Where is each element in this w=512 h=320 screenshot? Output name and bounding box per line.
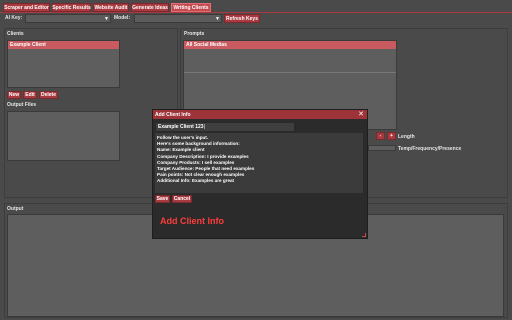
length-decrease-button[interactable]: - [376,132,385,140]
cancel-button[interactable]: Cancel [172,195,192,203]
chevron-down-icon: ▼ [215,16,220,22]
output-files-title: Output Files [7,102,37,108]
list-divider [184,72,396,73]
tab-writing-clients[interactable]: Writing Clients [171,3,211,12]
length-label: Length [398,134,415,140]
new-client-button[interactable]: New [7,91,21,99]
output-files-list[interactable] [7,111,120,161]
model-label: Model: [114,15,131,21]
save-button[interactable]: Save [155,195,170,203]
chevron-down-icon: ▼ [104,16,109,22]
info-line: Additional Info: Examples are great [157,178,235,184]
tab-divider [0,12,512,13]
list-item[interactable]: All Social Medias [184,41,396,49]
tab-generate-ideas[interactable]: Generate Ideas [131,3,169,12]
text-cursor: | [203,124,205,130]
resize-grip-icon[interactable] [362,233,366,237]
close-icon[interactable]: ✕ [358,110,364,119]
ai-key-label: AI Key: [5,15,23,21]
tab-website-audit[interactable]: Website Audit [93,3,129,12]
length-increase-button[interactable]: + [387,132,396,140]
delete-client-button[interactable]: Delete [39,91,58,99]
tab-specific-results[interactable]: Specific Results [52,3,91,12]
client-info-textarea[interactable]: Follow the user's input. Here's some bac… [155,133,363,193]
prompts-title: Prompts [184,31,205,37]
add-client-info-annotation: Add Client Info [160,216,224,226]
output-title: Output [7,206,24,212]
ai-key-combo[interactable]: ▼ [25,14,111,23]
client-name-input[interactable]: Example Client 123 | [155,122,295,132]
dialog-title-bar[interactable]: Add Client Info [153,110,367,119]
edit-client-button[interactable]: Edit [23,91,37,99]
refresh-keys-button[interactable]: Refresh Keys [224,14,260,23]
temp-field[interactable] [368,145,396,151]
client-name-value: Example Client 123 [158,124,204,130]
clients-title: Clients [7,31,24,37]
model-combo[interactable]: ▼ [134,14,222,23]
dialog-title: Add Client Info [155,111,191,118]
temp-label: Temp/Frequency/Presence [398,146,462,152]
clients-list[interactable]: Example Client [7,40,120,88]
tab-scraper-and-editor[interactable]: Scraper and Editor [3,3,50,12]
list-item[interactable]: Example Client [8,41,119,49]
